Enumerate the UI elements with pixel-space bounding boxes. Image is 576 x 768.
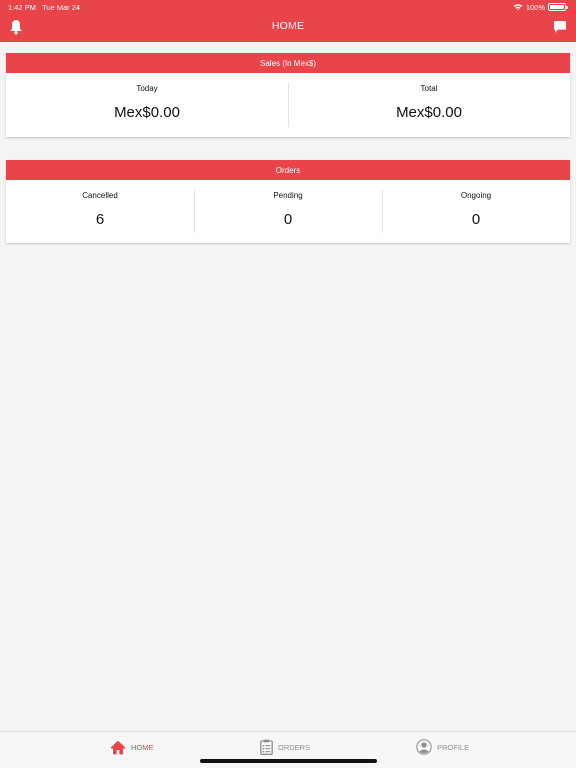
status-date: Tue Mar 24 — [42, 3, 81, 12]
tab-home[interactable]: HOME — [110, 738, 154, 756]
sales-card: Sales (In Mex$) Today Mex$0.00 Total Mex… — [6, 53, 570, 137]
stat-label: Today — [136, 84, 158, 93]
orders-ongoing: Ongoing 0 — [382, 180, 570, 243]
stat-label: Pending — [273, 191, 303, 200]
battery-percent: 100% — [525, 2, 545, 12]
sales-card-title: Sales (In Mex$) — [6, 53, 570, 73]
user-icon — [416, 739, 432, 755]
status-time: 1:42 PM — [8, 3, 36, 12]
sales-today: Today Mex$0.00 — [6, 73, 288, 137]
orders-pending: Pending 0 — [194, 180, 382, 243]
tab-profile-label: PROFILE — [437, 742, 470, 752]
orders-cancelled: Cancelled 6 — [6, 180, 194, 243]
stat-value: Mex$0.00 — [396, 104, 462, 121]
messages-button[interactable] — [553, 20, 567, 34]
stat-label: Cancelled — [82, 191, 118, 200]
orders-card: Orders Cancelled 6 Pending 0 Ongoing 0 — [6, 160, 570, 243]
wifi-icon — [513, 4, 523, 11]
clipboard-icon — [260, 739, 273, 755]
stat-value: 0 — [471, 211, 481, 228]
sales-stats: Today Mex$0.00 Total Mex$0.00 — [6, 73, 570, 137]
top-bar: 1:42 PM Tue Mar 24 100% HOME — [0, 0, 576, 42]
tab-home-label: HOME — [131, 742, 154, 752]
home-indicator[interactable] — [200, 759, 377, 763]
status-indicators: 100% — [513, 2, 568, 12]
home-icon — [110, 740, 126, 754]
stat-value: Mex$0.00 — [114, 104, 180, 121]
orders-card-title: Orders — [6, 160, 570, 180]
tab-orders-label: ORDERS — [278, 742, 311, 752]
stat-value: 0 — [283, 211, 293, 228]
tab-profile[interactable]: PROFILE — [416, 738, 469, 756]
stat-value: 6 — [95, 211, 105, 228]
battery-level — [550, 5, 564, 9]
orders-stats: Cancelled 6 Pending 0 Ongoing 0 — [6, 180, 570, 243]
stat-label: Ongoing — [460, 191, 492, 200]
stat-label: Total — [420, 84, 438, 93]
battery-icon — [548, 3, 568, 11]
page-title: HOME — [271, 20, 305, 32]
sales-total: Total Mex$0.00 — [288, 73, 570, 137]
tab-orders[interactable]: ORDERS — [260, 738, 310, 756]
chat-icon — [554, 21, 566, 33]
